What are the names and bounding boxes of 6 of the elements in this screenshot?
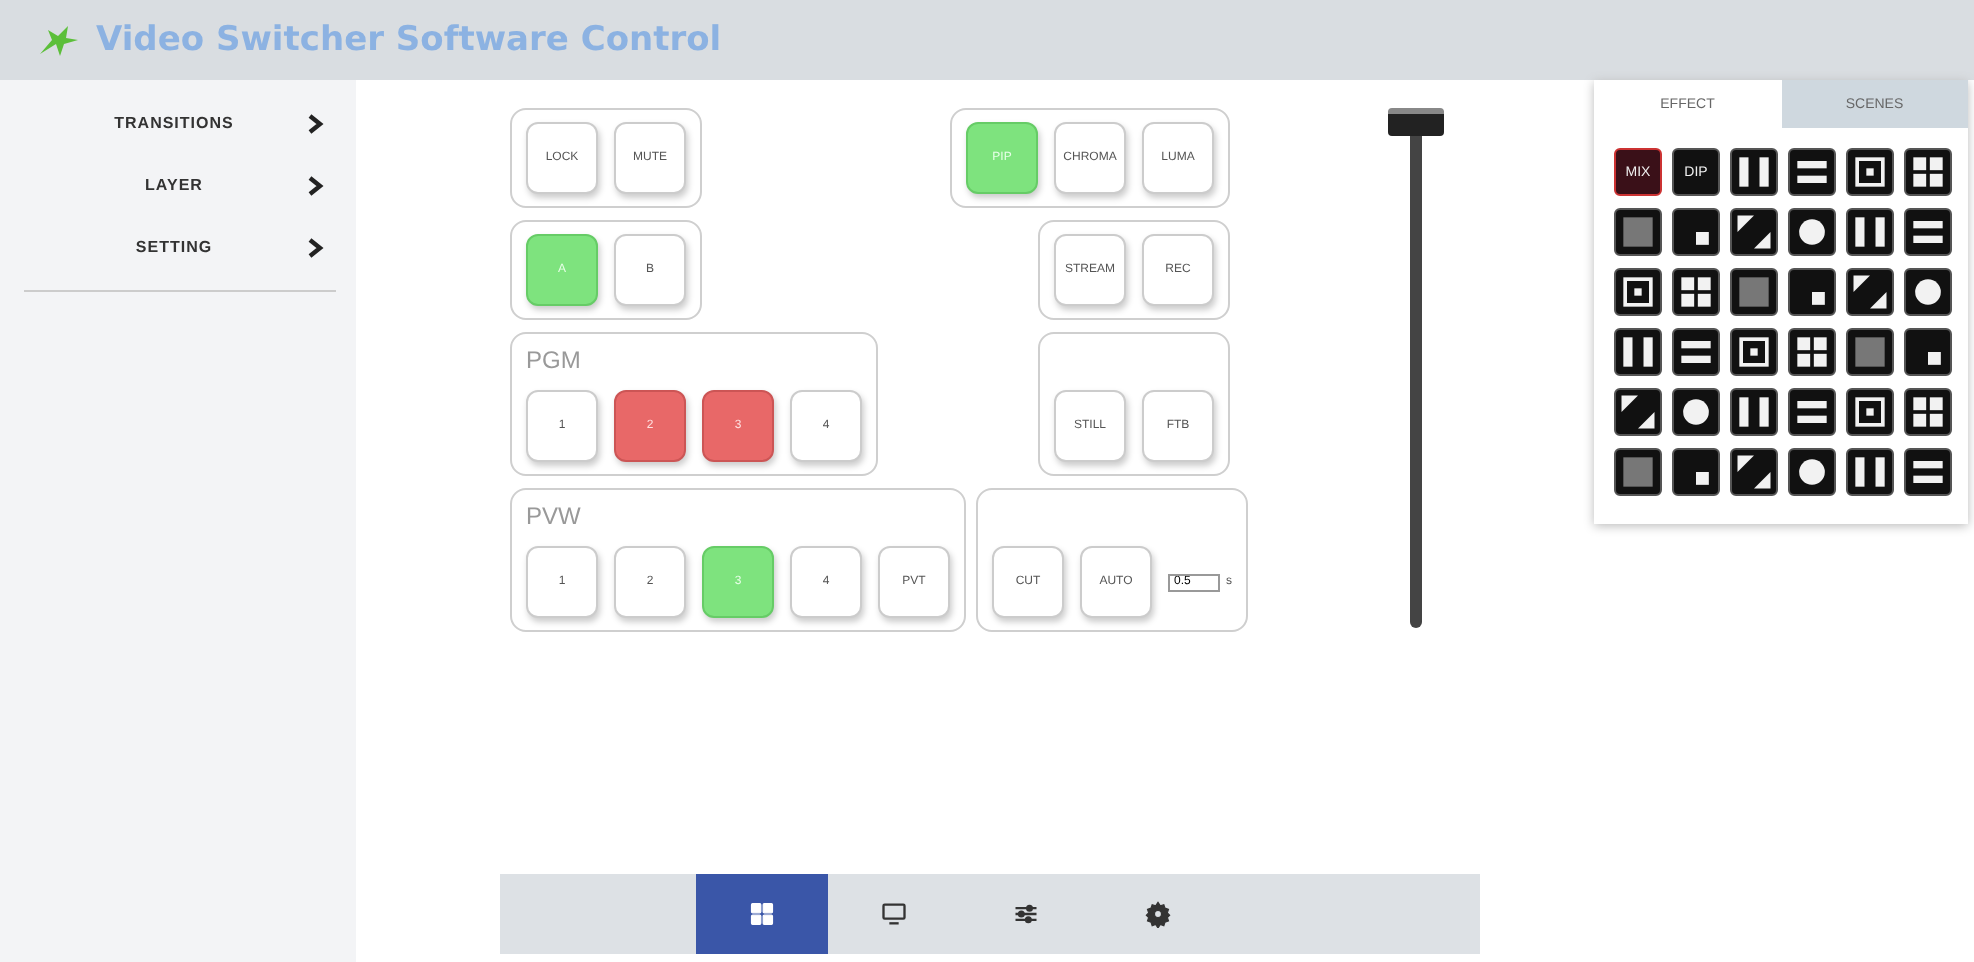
sidebar-item[interactable]: LAYER [0,154,356,216]
panel-title: PVW [526,502,583,530]
sidebar-item[interactable]: SETTING [0,216,356,278]
app-title: Video Switcher Software Control [96,20,722,60]
panel-title: PGM [526,346,583,374]
sidebar-item[interactable]: TRANSITIONS [0,92,356,154]
